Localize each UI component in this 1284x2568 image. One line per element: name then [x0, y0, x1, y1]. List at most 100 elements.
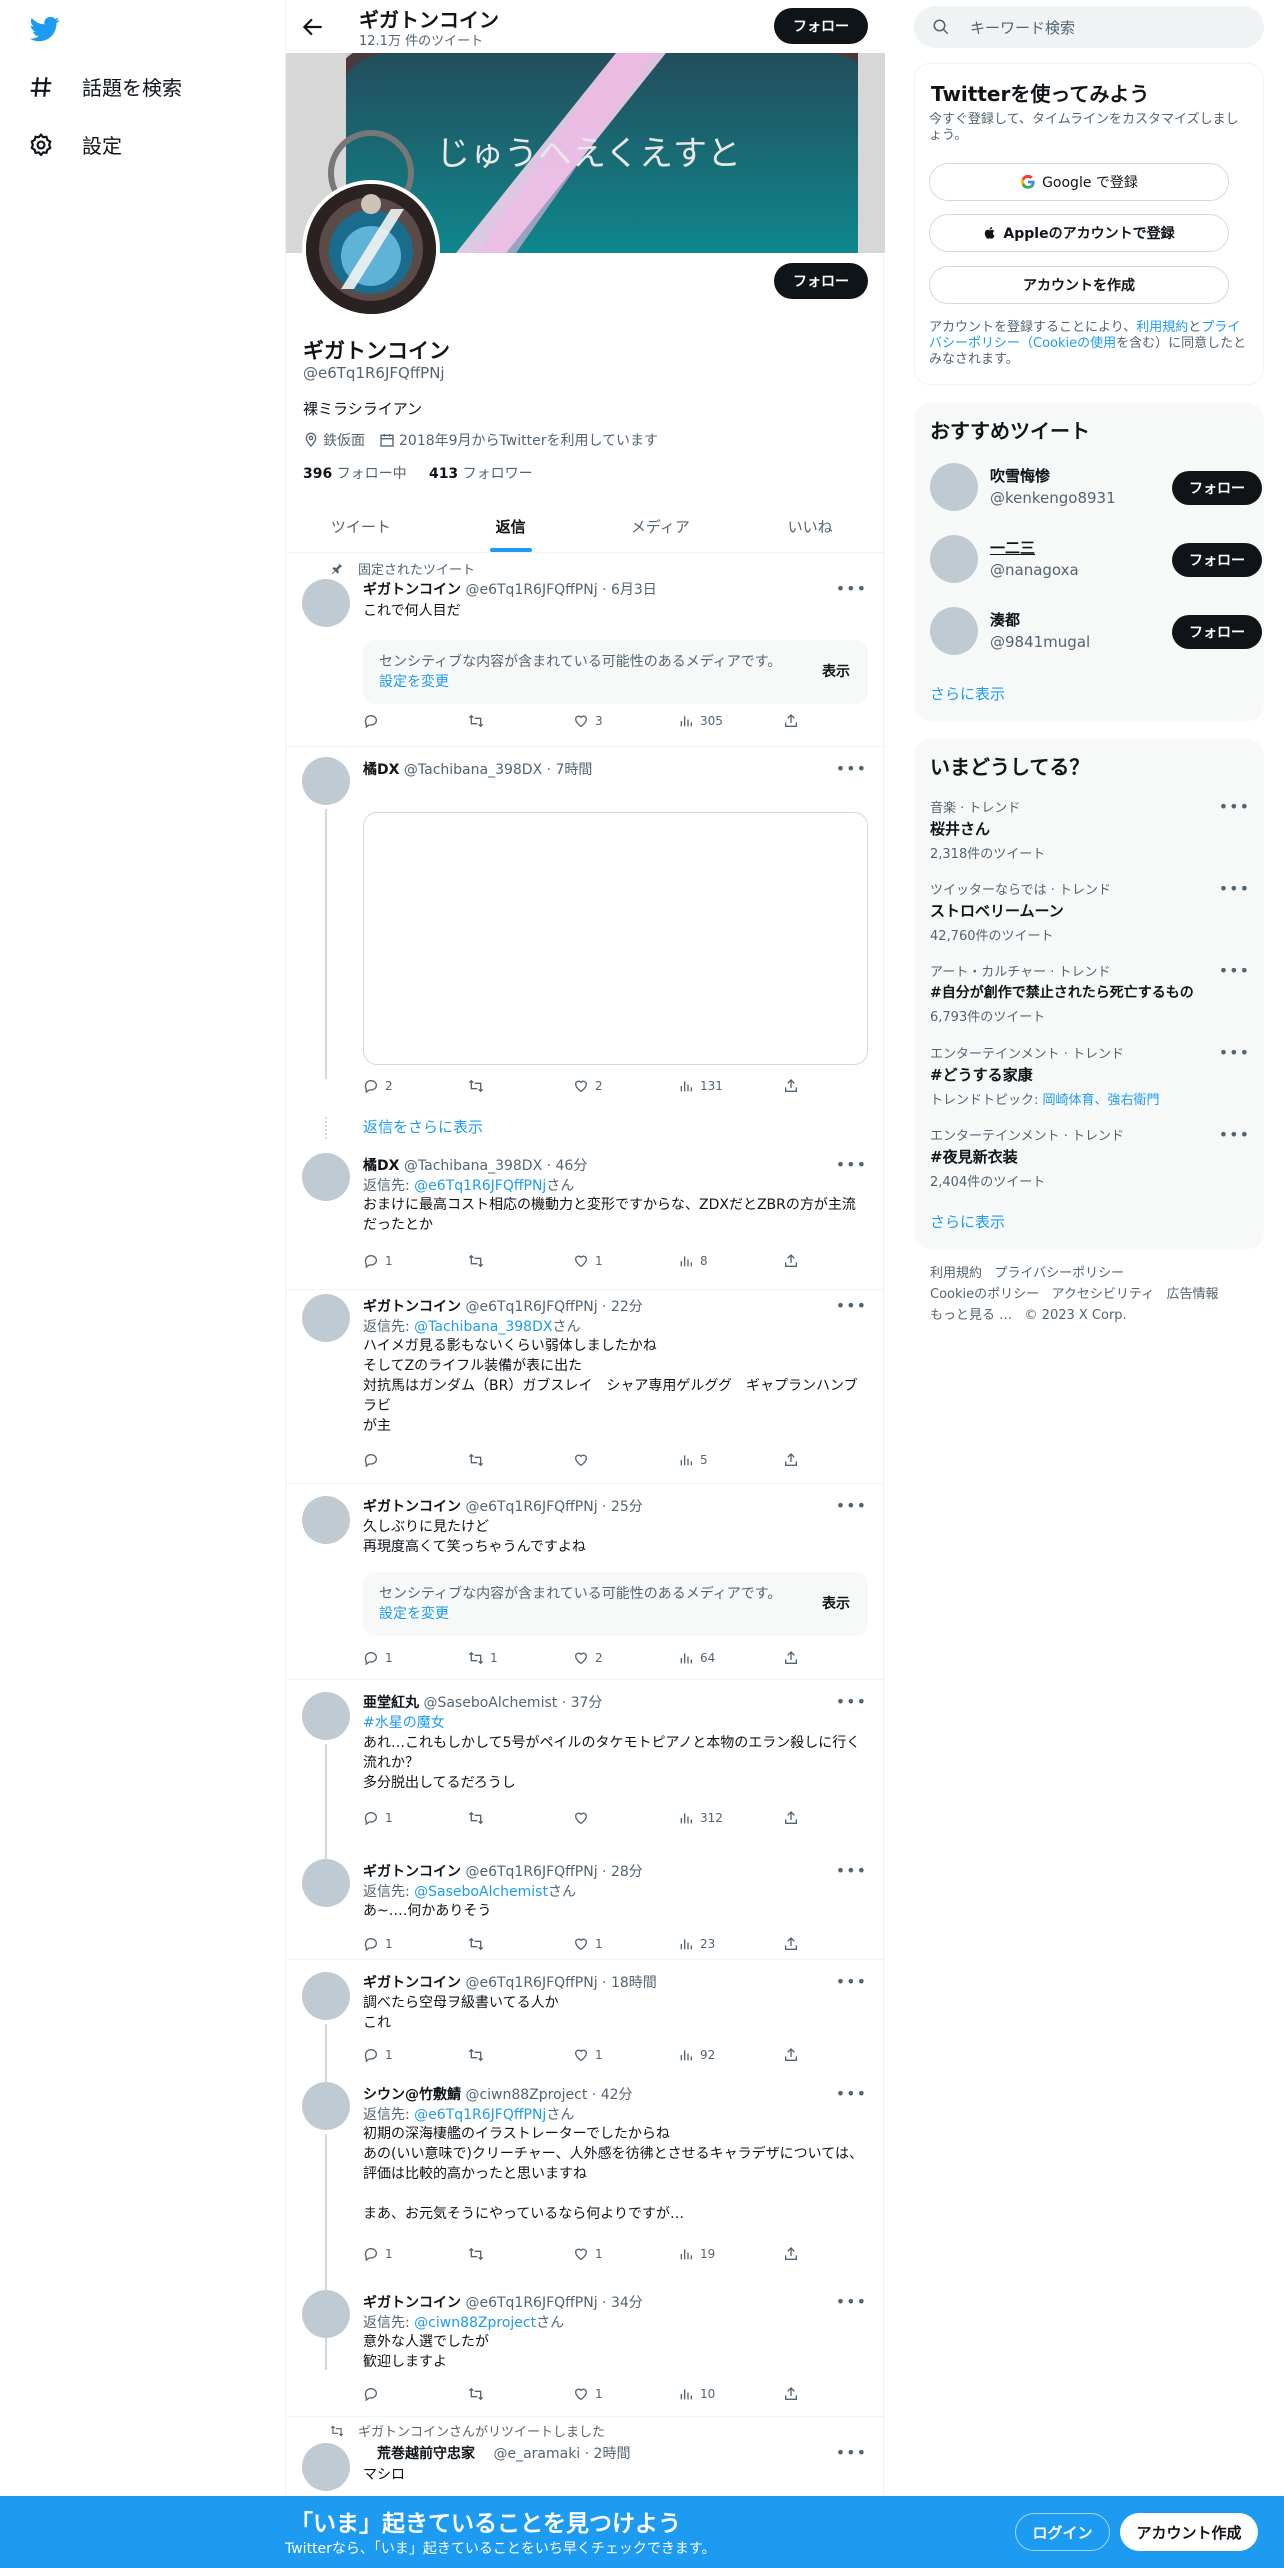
views-button[interactable]: 8: [678, 1253, 773, 1269]
more-icon[interactable]: •••: [836, 2292, 867, 2311]
share-button[interactable]: [783, 1452, 803, 1468]
search-input[interactable]: キーワード検索: [970, 17, 1075, 38]
more-icon[interactable]: •••: [836, 759, 867, 778]
more-icon[interactable]: •••: [836, 1155, 867, 1174]
reply-button[interactable]: [363, 2386, 458, 2402]
views-button[interactable]: 10: [678, 2386, 773, 2402]
reply-to-link[interactable]: @SaseboAlchemist: [414, 1884, 548, 1900]
like-button[interactable]: 1: [573, 1936, 668, 1952]
more-icon[interactable]: •••: [836, 579, 867, 598]
tweet-author[interactable]: ギガトンコイン: [363, 1864, 461, 1880]
recommended-user[interactable]: 一二三 @nanagoxa フォロー: [930, 531, 1262, 587]
tweet-item[interactable]: ギガトンコインさんがリツイートしました 荒巻越前守忠家 @e_aramaki ·…: [286, 2417, 885, 2496]
follow-button[interactable]: フォロー: [1172, 471, 1262, 505]
tweet-item[interactable]: ギガトンコイン @e6Tq1R6JFQffPNj · 18時間 ••• 調べたら…: [286, 1960, 885, 2084]
more-icon[interactable]: •••: [836, 2443, 867, 2462]
trend-item[interactable]: 音楽 · トレンド 桜井さん 2,318件のツイート •••: [930, 797, 1250, 862]
share-button[interactable]: [783, 2386, 803, 2402]
share-button[interactable]: [783, 1078, 803, 1094]
show-media-button[interactable]: 表示: [822, 1594, 850, 1614]
footer-ads-link[interactable]: 広告情報: [1167, 1287, 1219, 1302]
avatar[interactable]: [302, 2082, 350, 2130]
more-icon[interactable]: •••: [836, 1861, 867, 1880]
avatar[interactable]: [302, 1294, 350, 1342]
more-icon[interactable]: •••: [1219, 1125, 1250, 1144]
share-button[interactable]: [783, 713, 803, 729]
tweet-author[interactable]: 橘DX: [363, 1158, 399, 1174]
more-icon[interactable]: •••: [1219, 961, 1250, 980]
footer-accessibility-link[interactable]: アクセシビリティ: [1052, 1287, 1155, 1302]
header-follow-button[interactable]: フォロー: [774, 8, 868, 44]
like-button[interactable]: 2: [573, 1650, 668, 1666]
like-button[interactable]: 1: [573, 2386, 668, 2402]
tab-media[interactable]: メディア: [586, 500, 736, 552]
like-button[interactable]: 1: [573, 1253, 668, 1269]
avatar[interactable]: [302, 1153, 350, 1201]
avatar[interactable]: [930, 463, 978, 511]
tab-likes[interactable]: いいね: [735, 500, 885, 552]
retweet-button[interactable]: [468, 713, 563, 729]
reply-button[interactable]: [363, 713, 458, 729]
retweet-button[interactable]: 1: [468, 1650, 563, 1666]
tweet-author[interactable]: 橘DX: [363, 762, 399, 778]
follow-button[interactable]: フォロー: [1172, 543, 1262, 577]
views-button[interactable]: 5: [678, 1452, 773, 1468]
reply-button[interactable]: 1: [363, 1253, 458, 1269]
tweet-item[interactable]: ギガトンコイン @e6Tq1R6JFQffPNj · 22分 ••• 返信先: …: [286, 1290, 885, 1484]
reply-button[interactable]: 2: [363, 1078, 458, 1094]
reply-button[interactable]: 1: [363, 1810, 458, 1826]
tab-replies[interactable]: 返信: [436, 500, 586, 552]
create-account-button[interactable]: アカウントを作成: [929, 266, 1229, 304]
signup-button[interactable]: アカウント作成: [1120, 2513, 1258, 2551]
avatar[interactable]: [302, 1972, 350, 2020]
avatar[interactable]: [302, 579, 350, 627]
share-button[interactable]: [783, 1650, 803, 1666]
twitter-logo-icon[interactable]: [28, 14, 62, 44]
tweet-author[interactable]: シウン@竹敷鯖: [363, 2087, 461, 2103]
change-settings-link[interactable]: 設定を変更: [379, 674, 449, 690]
tweet-author[interactable]: ギガトンコイン: [363, 2295, 461, 2311]
like-button[interactable]: [573, 1452, 668, 1468]
tweet-item[interactable]: ギガトンコイン @e6Tq1R6JFQffPNj · 25分 ••• 久しぶりに…: [286, 1484, 885, 1680]
share-button[interactable]: [783, 1810, 803, 1826]
tweet-item[interactable]: シウン@竹敷鯖 @ciwn88Zproject · 42分 ••• 返信先: @…: [286, 2080, 885, 2370]
reply-to-link[interactable]: @Tachibana_398DX: [414, 1319, 552, 1335]
share-button[interactable]: [783, 2047, 803, 2063]
tweet-author[interactable]: ギガトンコイン: [363, 582, 461, 598]
show-more-link[interactable]: さらに表示: [930, 683, 1005, 704]
show-more-replies-link[interactable]: 返信をさらに表示: [363, 1116, 483, 1137]
like-button[interactable]: 1: [573, 2246, 668, 2262]
followers-link[interactable]: 413 フォロワー: [429, 466, 533, 482]
tweet-author[interactable]: ギガトンコイン: [363, 1975, 461, 1991]
avatar[interactable]: [302, 1692, 350, 1740]
recommended-user[interactable]: 吹雪悔惨 @kenkengo8931 フォロー: [930, 459, 1262, 515]
reply-button[interactable]: 1: [363, 1650, 458, 1666]
google-signup-button[interactable]: Google で登録: [929, 163, 1229, 201]
reply-button[interactable]: [363, 1452, 458, 1468]
nav-settings[interactable]: 設定: [28, 130, 122, 159]
login-button[interactable]: ログイン: [1015, 2513, 1110, 2551]
footer-more-link[interactable]: もっと見る …: [930, 1308, 1012, 1323]
views-button[interactable]: 131: [678, 1078, 773, 1094]
following-link[interactable]: 396 フォロー中: [303, 466, 407, 482]
profile-follow-button[interactable]: フォロー: [774, 263, 868, 299]
tweet-author[interactable]: 荒巻越前守忠家: [363, 2446, 475, 2462]
views-button[interactable]: 92: [678, 2047, 773, 2063]
reply-button[interactable]: 1: [363, 1936, 458, 1952]
like-button[interactable]: 1: [573, 2047, 668, 2063]
footer-terms-link[interactable]: 利用規約: [930, 1266, 982, 1281]
views-button[interactable]: 23: [678, 1936, 773, 1952]
trend-item[interactable]: ツイッターならでは · トレンド ストロベリームーン 42,760件のツイート …: [930, 879, 1250, 944]
reply-to-link[interactable]: @e6Tq1R6JFQffPNj: [414, 1178, 546, 1194]
hashtag-link[interactable]: #水星の魔女: [363, 1713, 868, 1733]
trend-item[interactable]: エンターテインメント · トレンド #夜見新衣装 2,404件のツイート •••: [930, 1125, 1250, 1190]
recommended-user[interactable]: 湊都 @9841mugal フォロー: [930, 603, 1262, 659]
tweet-item[interactable]: ギガトンコイン @e6Tq1R6JFQffPNj · 28分 ••• 返信先: …: [286, 1857, 885, 1960]
reply-button[interactable]: 1: [363, 2047, 458, 2063]
tab-tweets[interactable]: ツイート: [286, 500, 436, 552]
show-media-button[interactable]: 表示: [822, 662, 850, 682]
share-button[interactable]: [783, 1253, 803, 1269]
retweet-button[interactable]: [468, 1936, 563, 1952]
media-card[interactable]: [363, 812, 868, 1065]
like-button[interactable]: [573, 1810, 668, 1826]
